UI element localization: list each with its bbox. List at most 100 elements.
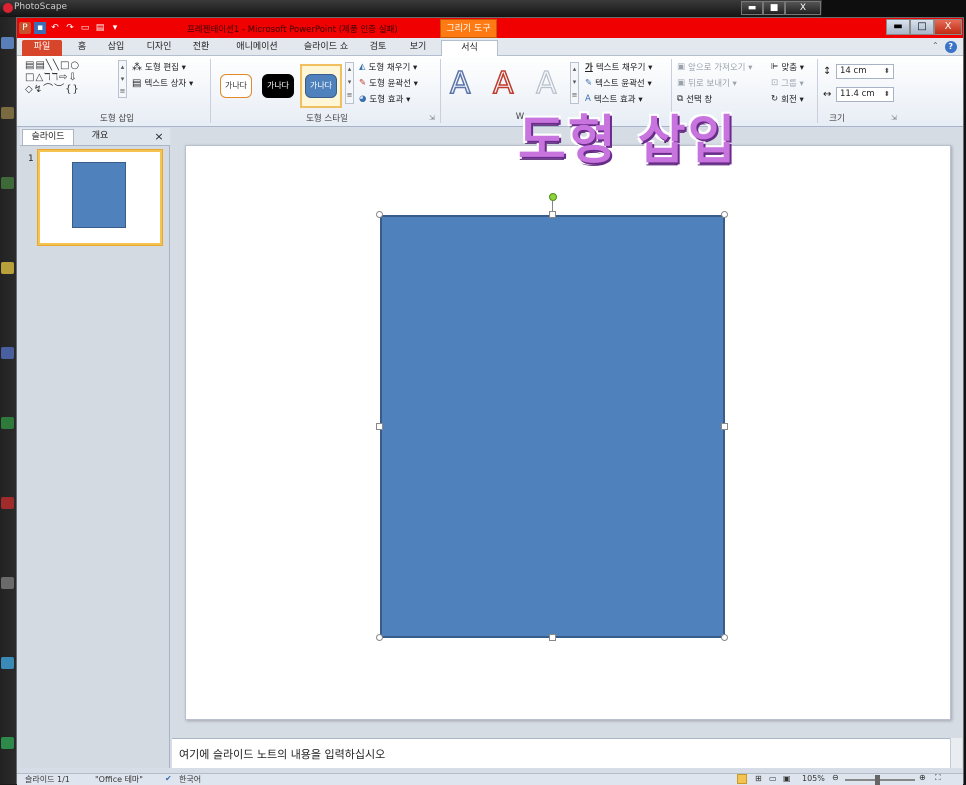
rotation-handle[interactable] [549, 193, 557, 201]
notes-scrollbar[interactable] [950, 738, 962, 768]
desktop-icon[interactable] [1, 737, 14, 749]
tab-animations[interactable]: 애니메이션 [227, 40, 287, 56]
help-icon[interactable]: ? [944, 41, 957, 53]
desktop-icon[interactable] [1, 262, 14, 274]
edit-shape-button[interactable]: ⁂ 도형 편집 ▾ [132, 61, 186, 74]
zoom-level[interactable]: 105% [802, 774, 825, 783]
desktop-icon[interactable] [1, 497, 14, 509]
desktop-icon[interactable] [1, 577, 14, 589]
tab-insert[interactable]: 삽입 [101, 40, 131, 56]
text-outline-button[interactable]: ✎ 텍스트 윤곽선 ▾ [585, 77, 652, 89]
zoom-in-icon[interactable]: ⊕ [919, 773, 926, 782]
save-icon[interactable]: ▪ [34, 22, 46, 34]
effects-icon: ◕ [359, 94, 367, 104]
customize-qat-icon[interactable]: ▾ [109, 22, 121, 34]
normal-view-icon[interactable] [737, 774, 747, 784]
shapes-gallery-scroll[interactable]: ▴ ▾ ≡ [118, 60, 127, 98]
shape-effects-label: 도형 효과 ▾ [369, 95, 411, 105]
shapes-row[interactable]: ▤▤╲╲□○ [25, 60, 80, 72]
redo-icon[interactable]: ↷ [64, 22, 76, 34]
zoom-out-icon[interactable]: ⊖ [832, 773, 839, 782]
tab-design[interactable]: 디자인 [139, 40, 179, 56]
rectangle-shape[interactable] [380, 215, 725, 638]
photoscape-minimize-button[interactable]: ▬ [741, 1, 763, 15]
width-spinner-icon[interactable]: ⬍ [884, 88, 890, 101]
shape-effects-button[interactable]: ◕ 도형 효과 ▾ [359, 93, 410, 105]
undo-icon[interactable]: ↶ [49, 22, 61, 34]
fit-to-window-icon[interactable]: ⛶ [935, 773, 941, 783]
quick-access-toolbar: P ▪ ↶ ↷ ▭ ▤ ▾ [19, 20, 121, 36]
width-field[interactable]: 11.4 cm ⬍ [836, 87, 894, 102]
desktop-icon[interactable] [1, 657, 14, 669]
desktop-icon[interactable] [1, 417, 14, 429]
shape-style-outline[interactable]: 가나다 [220, 74, 252, 98]
tab-format[interactable]: 서식 [441, 40, 498, 56]
send-backward-button[interactable]: ▣ 뒤로 보내기 ▾ [677, 77, 737, 89]
spellcheck-icon[interactable]: ✔ [165, 774, 172, 783]
bring-forward-button[interactable]: ▣ 앞으로 가져오기 ▾ [677, 61, 752, 73]
slide-thumbnail[interactable] [38, 150, 162, 245]
maximize-button[interactable]: □ [910, 19, 934, 35]
shape-styles-dialog-launcher-icon[interactable]: ⇲ [429, 114, 435, 122]
new-slide-icon[interactable]: ▤ [94, 22, 106, 34]
text-fill-button[interactable]: 가 텍스트 채우기 ▾ [585, 61, 652, 73]
shapes-gallery[interactable]: ▤▤╲╲□○ □△ℸℸ⇨⇩ ◇↯⌒︶{} [25, 60, 80, 96]
desktop-icon[interactable] [1, 347, 14, 359]
tab-review[interactable]: 검토 [363, 40, 393, 56]
styles-gallery-scroll[interactable]: ▴ ▾ ≡ [345, 62, 354, 104]
tab-outline[interactable]: 개요 [80, 129, 120, 145]
tab-transitions[interactable]: 전환 [185, 40, 217, 56]
desktop-icon[interactable] [1, 177, 14, 189]
desktop-icon[interactable] [1, 107, 14, 119]
minimize-button[interactable]: ▬ [886, 19, 910, 35]
tab-file[interactable]: 파일 [22, 40, 62, 56]
wordart-style-red[interactable]: A [492, 65, 514, 102]
shape-outline-button[interactable]: ✎ 도형 윤곽선 ▾ [359, 77, 418, 89]
slideshow-view-icon[interactable]: ▣ [783, 774, 791, 783]
resize-handle-bottom[interactable] [549, 634, 556, 641]
resize-handle-top-left[interactable] [376, 211, 383, 218]
shapes-row[interactable]: □△ℸℸ⇨⇩ [25, 72, 80, 84]
text-box-button[interactable]: ▤ 텍스트 상자 ▾ [132, 77, 193, 90]
notes-pane[interactable]: 여기에 슬라이드 노트의 내용을 입력하십시오 [172, 738, 950, 768]
resize-handle-top[interactable] [549, 211, 556, 218]
zoom-slider-track[interactable] [845, 779, 915, 781]
text-outline-label: 텍스트 윤곽선 ▾ [595, 79, 652, 89]
shape-style-dark[interactable]: 가나다 [262, 74, 294, 98]
tab-view[interactable]: 보기 [403, 40, 433, 56]
height-spinner-icon[interactable]: ⬍ [884, 65, 890, 78]
resize-handle-bottom-right[interactable] [721, 634, 728, 641]
powerpoint-logo-icon[interactable]: P [19, 22, 31, 34]
tab-home[interactable]: 홈 [69, 40, 95, 56]
language[interactable]: 한국어 [179, 774, 201, 785]
align-button[interactable]: ⊫ 맞춤 ▾ [771, 61, 804, 73]
wordart-style-outline[interactable]: A [449, 65, 471, 102]
tab-slides[interactable]: 슬라이드 [22, 129, 74, 145]
resize-handle-right[interactable] [721, 423, 728, 430]
ribbon-tabs: 파일 홈 삽입 디자인 전환 애니메이션 슬라이드 쇼 검토 보기 서식 ⌃ ? [17, 38, 963, 56]
reading-view-icon[interactable]: ▭ [769, 774, 777, 783]
wordart-style-light[interactable]: A [535, 65, 557, 101]
shapes-row[interactable]: ◇↯⌒︶{} [25, 84, 80, 96]
pencil-icon: ✎ [359, 78, 367, 88]
slide-sorter-icon[interactable]: ⊞ [755, 774, 762, 783]
photoscape-close-button[interactable]: X [785, 1, 821, 15]
slides-pane-tabs: 슬라이드 개요 × [20, 128, 170, 146]
photoscape-maximize-button[interactable]: ■ [763, 1, 785, 15]
shape-style-blue[interactable]: 가나다 [305, 74, 337, 98]
group-button[interactable]: ⊡ 그룹 ▾ [771, 77, 804, 89]
slideshow-icon[interactable]: ▭ [79, 22, 91, 34]
resize-handle-top-right[interactable] [721, 211, 728, 218]
rotate-button[interactable]: ↻ 회전 ▾ [771, 93, 804, 105]
resize-handle-left[interactable] [376, 423, 383, 430]
tab-slideshow[interactable]: 슬라이드 쇼 [295, 40, 357, 56]
ribbon-collapse-icon[interactable]: ⌃ [932, 41, 939, 53]
desktop-icon[interactable] [1, 37, 14, 49]
shape-fill-button[interactable]: ◭ 도형 채우기 ▾ [359, 61, 417, 73]
theme-name[interactable]: "Office 테마" [95, 774, 143, 785]
resize-handle-bottom-left[interactable] [376, 634, 383, 641]
pane-close-icon[interactable]: × [152, 129, 166, 145]
size-dialog-launcher-icon[interactable]: ⇲ [891, 114, 897, 122]
height-field[interactable]: 14 cm ⬍ [836, 64, 894, 79]
close-button[interactable]: X [934, 19, 962, 35]
